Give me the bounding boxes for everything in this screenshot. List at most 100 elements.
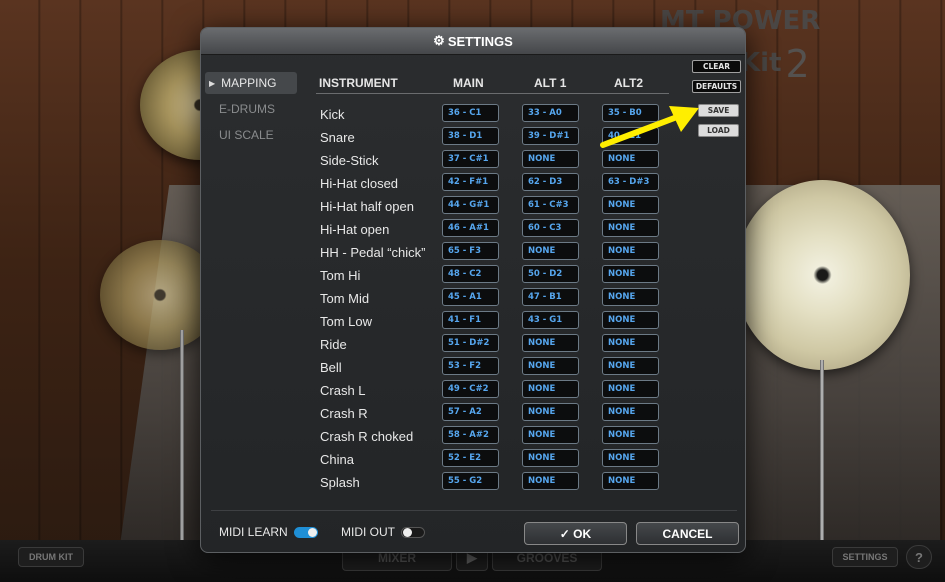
- caret-right-icon: ▶: [209, 78, 216, 88]
- cancel-button[interactable]: CANCEL: [636, 522, 739, 545]
- note-field-alt1[interactable]: 33 - A0: [522, 104, 579, 122]
- note-field-main[interactable]: 37 - C#1: [442, 150, 499, 168]
- gear-icon: ⚙: [433, 33, 445, 48]
- note-field-main[interactable]: 38 - D1: [442, 127, 499, 145]
- note-field-alt1[interactable]: 43 - G1: [522, 311, 579, 329]
- cymbal-right: [735, 180, 910, 370]
- dialog-title: SETTINGS: [447, 33, 513, 49]
- note-field-alt2[interactable]: NONE: [602, 472, 659, 490]
- note-field-alt2[interactable]: NONE: [602, 380, 659, 398]
- note-field-alt1[interactable]: 39 - D#1: [522, 127, 579, 145]
- note-field-alt1[interactable]: 61 - C#3: [522, 196, 579, 214]
- column-header-instrument: INSTRUMENT: [319, 76, 398, 90]
- nav-item-mapping[interactable]: ▶ MAPPING: [205, 72, 297, 94]
- note-field-alt1[interactable]: NONE: [522, 357, 579, 375]
- note-field-alt1[interactable]: 47 - B1: [522, 288, 579, 306]
- note-field-main[interactable]: 45 - A1: [442, 288, 499, 306]
- midi-out-toggle[interactable]: [401, 526, 425, 538]
- note-field-main[interactable]: 57 - A2: [442, 403, 499, 421]
- cymbal-stand: [820, 360, 824, 550]
- instrument-name: Bell: [320, 360, 342, 375]
- note-field-alt2[interactable]: NONE: [602, 196, 659, 214]
- drum-kit-button[interactable]: DRUM KIT: [18, 547, 84, 567]
- note-field-alt1[interactable]: NONE: [522, 380, 579, 398]
- note-field-alt2[interactable]: NONE: [602, 150, 659, 168]
- footer-divider: [211, 510, 737, 511]
- settings-button[interactable]: SETTINGS: [832, 547, 898, 567]
- note-field-main[interactable]: 49 - C#2: [442, 380, 499, 398]
- nav-item-label: MAPPING: [221, 76, 277, 90]
- note-field-main[interactable]: 55 - G2: [442, 472, 499, 490]
- note-field-alt1[interactable]: NONE: [522, 334, 579, 352]
- midi-learn-toggle[interactable]: [293, 526, 318, 538]
- note-field-alt2[interactable]: NONE: [602, 403, 659, 421]
- table-row: Tom Mid 45 - A1 47 - B1 NONE: [201, 288, 747, 311]
- note-field-main[interactable]: 52 - E2: [442, 449, 499, 467]
- table-row: Crash L 49 - C#2 NONE NONE: [201, 380, 747, 403]
- instrument-name: Tom Low: [320, 314, 373, 329]
- instrument-name: Tom Hi: [320, 268, 361, 283]
- instrument-name: China: [320, 452, 354, 467]
- table-row: Hi-Hat closed 42 - F#1 62 - D3 63 - D#3: [201, 173, 747, 196]
- column-header-alt2: ALT2: [614, 76, 644, 90]
- note-field-alt1[interactable]: NONE: [522, 403, 579, 421]
- note-field-alt2[interactable]: 63 - D#3: [602, 173, 659, 191]
- table-row: Crash R choked 58 - A#2 NONE NONE: [201, 426, 747, 449]
- instrument-name: Hi-Hat closed: [320, 176, 399, 191]
- settings-dialog: ⚙ SETTINGS ▶ MAPPING E-DRUMS UI SCALE IN…: [200, 27, 746, 553]
- defaults-button[interactable]: DEFAULTS: [692, 80, 741, 93]
- note-field-alt2[interactable]: NONE: [602, 357, 659, 375]
- note-field-main[interactable]: 58 - A#2: [442, 426, 499, 444]
- note-field-alt2[interactable]: NONE: [602, 288, 659, 306]
- note-field-alt1[interactable]: NONE: [522, 150, 579, 168]
- clear-button[interactable]: CLEAR: [692, 60, 741, 73]
- instrument-name: Crash R choked: [320, 429, 414, 444]
- note-field-main[interactable]: 36 - C1: [442, 104, 499, 122]
- note-field-alt1[interactable]: NONE: [522, 242, 579, 260]
- note-field-alt1[interactable]: 60 - C3: [522, 219, 579, 237]
- note-field-alt1[interactable]: 62 - D3: [522, 173, 579, 191]
- instrument-name: Ride: [320, 337, 347, 352]
- table-row: Hi-Hat half open 44 - G#1 61 - C#3 NONE: [201, 196, 747, 219]
- note-field-alt1[interactable]: NONE: [522, 426, 579, 444]
- note-field-main[interactable]: 46 - A#1: [442, 219, 499, 237]
- note-field-main[interactable]: 41 - F1: [442, 311, 499, 329]
- table-row: Splash 55 - G2 NONE NONE: [201, 472, 747, 495]
- note-field-main[interactable]: 44 - G#1: [442, 196, 499, 214]
- note-field-main[interactable]: 53 - F2: [442, 357, 499, 375]
- table-row: Tom Low 41 - F1 43 - G1 NONE: [201, 311, 747, 334]
- table-row: Side-Stick 37 - C#1 NONE NONE: [201, 150, 747, 173]
- note-field-alt1[interactable]: NONE: [522, 449, 579, 467]
- note-field-alt2[interactable]: NONE: [602, 449, 659, 467]
- note-field-alt2[interactable]: NONE: [602, 311, 659, 329]
- note-field-alt2[interactable]: NONE: [602, 219, 659, 237]
- table-row: Crash R 57 - A2 NONE NONE: [201, 403, 747, 426]
- brand-digit: 2: [785, 42, 810, 86]
- note-field-main[interactable]: 65 - F3: [442, 242, 499, 260]
- note-field-alt2[interactable]: NONE: [602, 334, 659, 352]
- note-field-alt2[interactable]: NONE: [602, 426, 659, 444]
- note-field-main[interactable]: 51 - D#2: [442, 334, 499, 352]
- help-button[interactable]: ?: [906, 545, 932, 569]
- note-field-alt2[interactable]: NONE: [602, 265, 659, 283]
- instrument-name: Kick: [320, 107, 345, 122]
- note-field-main[interactable]: 48 - C2: [442, 265, 499, 283]
- table-row: Tom Hi 48 - C2 50 - D2 NONE: [201, 265, 747, 288]
- instrument-name: Side-Stick: [320, 153, 379, 168]
- midi-out-control: MIDI OUT: [341, 525, 425, 539]
- midi-out-label: MIDI OUT: [341, 525, 395, 539]
- note-field-alt1[interactable]: NONE: [522, 472, 579, 490]
- header-divider: [316, 93, 669, 94]
- table-row: Ride 51 - D#2 NONE NONE: [201, 334, 747, 357]
- ok-button[interactable]: ✓ OK: [524, 522, 627, 545]
- instrument-name: Splash: [320, 475, 360, 490]
- midi-learn-control: MIDI LEARN: [219, 525, 318, 539]
- note-field-main[interactable]: 42 - F#1: [442, 173, 499, 191]
- note-field-alt2[interactable]: NONE: [602, 242, 659, 260]
- yellow-arrow-annotation: [600, 106, 699, 148]
- midi-learn-label: MIDI LEARN: [219, 525, 288, 539]
- cymbal-stand: [180, 330, 184, 540]
- note-field-alt1[interactable]: 50 - D2: [522, 265, 579, 283]
- instrument-name: Crash R: [320, 406, 368, 421]
- instrument-name: Snare: [320, 130, 355, 145]
